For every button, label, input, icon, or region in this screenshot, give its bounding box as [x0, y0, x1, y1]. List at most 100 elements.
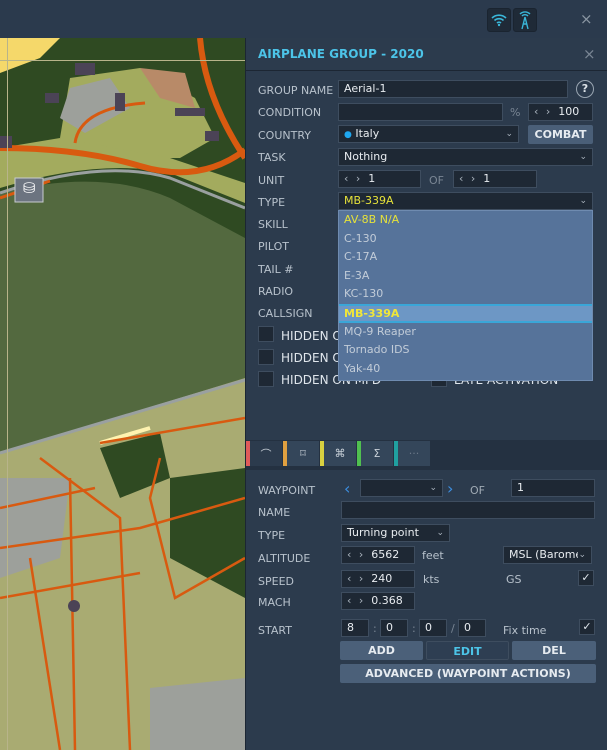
airplane-group-panel: AIRPLANE GROUP - 2020 × GROUP NAME Aeria…	[245, 38, 607, 750]
altitude-reference-select[interactable]: MSL (Barome ⌄	[503, 546, 592, 564]
add-button[interactable]: ADD	[340, 641, 423, 660]
speed-value[interactable]: 240	[371, 572, 392, 585]
start-day[interactable]: 0	[458, 619, 486, 637]
condition-label: CONDITION	[258, 106, 322, 119]
advanced-waypoint-actions-button[interactable]: ADVANCED (WAYPOINT ACTIONS)	[340, 664, 596, 683]
more-icon: ···	[408, 447, 420, 460]
map-view[interactable]: ⛁	[0, 38, 245, 750]
group-name-input[interactable]: Aerial-1	[338, 80, 568, 98]
callsign-label: CALLSIGN	[258, 307, 313, 320]
gs-checkbox[interactable]: ✓	[578, 570, 594, 586]
start-minutes[interactable]: 0	[380, 619, 408, 637]
wifi-icon[interactable]	[487, 8, 511, 32]
tab-route[interactable]: ⌒	[250, 441, 282, 466]
hidden-checkbox-2[interactable]	[258, 349, 274, 365]
of-label: OF	[470, 484, 485, 497]
chevron-down-icon: ⌄	[505, 129, 513, 139]
tab-command[interactable]: ⌘	[324, 441, 356, 466]
tab-more[interactable]: ···	[398, 441, 430, 466]
unit-total[interactable]: 1	[483, 172, 490, 185]
type-option[interactable]: Yak-40	[339, 360, 592, 379]
edit-button[interactable]: EDIT	[426, 641, 509, 660]
radio-tower-icon[interactable]	[513, 8, 537, 32]
country-dot-icon: ●	[344, 130, 352, 140]
radio-label: RADIO	[258, 285, 294, 298]
condition-percent[interactable]: 100	[558, 105, 579, 118]
type-option[interactable]: AV-8B N/A	[339, 211, 592, 230]
type-select[interactable]: MB-339A ⌄	[338, 192, 593, 210]
start-seconds[interactable]: 0	[419, 619, 447, 637]
group-name-label: GROUP NAME	[258, 84, 334, 97]
chevron-down-icon: ⌄	[578, 547, 586, 563]
type-value: MB-339A	[344, 194, 394, 207]
altitude-reference-value: MSL (Barome	[509, 548, 583, 561]
combat-button[interactable]: COMBAT	[528, 125, 593, 144]
stepper-arrows-icon[interactable]: ‹ ›	[534, 105, 552, 118]
type-option[interactable]: MQ-9 Reaper	[339, 323, 592, 342]
tab-sigma[interactable]: Σ	[361, 441, 393, 466]
task-value: Nothing	[344, 150, 388, 163]
hidden-checkbox-1[interactable]	[258, 326, 274, 342]
speed-unit: kts	[423, 573, 440, 586]
gs-label: GS	[506, 573, 522, 586]
type-option[interactable]: KC-130	[339, 285, 592, 304]
altitude-label: ALTITUDE	[258, 552, 311, 565]
panel-title: AIRPLANE GROUP - 2020	[258, 47, 424, 61]
stepper-arrows-icon[interactable]: ‹ ›	[347, 548, 365, 561]
condition-input[interactable]	[338, 103, 503, 121]
waypoint-type-select[interactable]: Turning point ⌄	[341, 524, 450, 542]
route-icon: ⌒	[260, 447, 272, 461]
type-label: TYPE	[258, 196, 286, 209]
type-option[interactable]: E-3A	[339, 267, 592, 286]
stepper-arrows-icon[interactable]: ‹ ›	[459, 172, 477, 185]
task-select[interactable]: Nothing ⌄	[338, 148, 593, 166]
altitude-value[interactable]: 6562	[371, 548, 399, 561]
start-label: START	[258, 624, 292, 637]
grid-line	[0, 60, 245, 61]
waypoint-label: WAYPOINT	[258, 484, 316, 497]
mach-value[interactable]: 0.368	[371, 594, 403, 607]
name-label: NAME	[258, 506, 291, 519]
separator: :	[373, 622, 377, 635]
hidden-on-mfd-checkbox[interactable]	[258, 371, 274, 387]
waypoint-name-input[interactable]	[341, 501, 595, 519]
panel-close-icon[interactable]: ×	[583, 45, 596, 63]
type-option[interactable]: MB-339A	[339, 303, 592, 323]
chevron-down-icon: ⌄	[579, 152, 587, 162]
unit-number[interactable]: 1	[368, 172, 375, 185]
type-option[interactable]: Tornado IDS	[339, 341, 592, 360]
fix-time-checkbox[interactable]: ✓	[579, 619, 595, 635]
speed-label: SPEED	[258, 575, 294, 588]
close-icon[interactable]: ×	[580, 10, 593, 28]
type-option[interactable]: C-17A	[339, 248, 592, 267]
top-bar: ×	[0, 0, 607, 38]
stepper-arrows-icon[interactable]: ‹ ›	[347, 572, 365, 585]
waypoint-select[interactable]: ⌄	[360, 479, 443, 497]
percent-label: %	[510, 106, 521, 119]
type-option[interactable]: C-130	[339, 230, 592, 249]
stepper-arrows-icon[interactable]: ‹ ›	[344, 172, 362, 185]
chevron-down-icon: ⌄	[429, 483, 437, 493]
country-select[interactable]: ● Italy ⌄	[338, 125, 519, 143]
tail-label: TAIL #	[258, 263, 294, 276]
storage-unit-icon[interactable]: ⛁	[23, 179, 36, 197]
wp-type-label: TYPE	[258, 529, 286, 542]
tab-target[interactable]: ⌑	[287, 441, 319, 466]
command-icon: ⌘	[334, 447, 346, 460]
country-label: COUNTRY	[258, 129, 311, 142]
skill-label: SKILL	[258, 218, 288, 231]
start-hours[interactable]: 8	[341, 619, 369, 637]
target-icon: ⌑	[300, 447, 306, 460]
task-label: TASK	[258, 151, 286, 164]
separator: :	[412, 622, 416, 635]
next-waypoint-icon[interactable]: ›	[447, 479, 453, 498]
help-icon[interactable]: ?	[576, 80, 594, 98]
type-dropdown-list[interactable]: AV-8B N/A C-130 C-17A E-3A KC-130 MB-339A MQ-9…	[338, 210, 593, 381]
del-button[interactable]: DEL	[512, 641, 596, 660]
prev-waypoint-icon[interactable]: ‹	[344, 479, 350, 498]
stepper-arrows-icon[interactable]: ‹ ›	[347, 594, 365, 607]
of-label: OF	[429, 174, 444, 187]
altitude-unit: feet	[422, 549, 444, 562]
fix-time-label: Fix time	[503, 624, 547, 637]
waypoint-type-value: Turning point	[347, 526, 419, 539]
